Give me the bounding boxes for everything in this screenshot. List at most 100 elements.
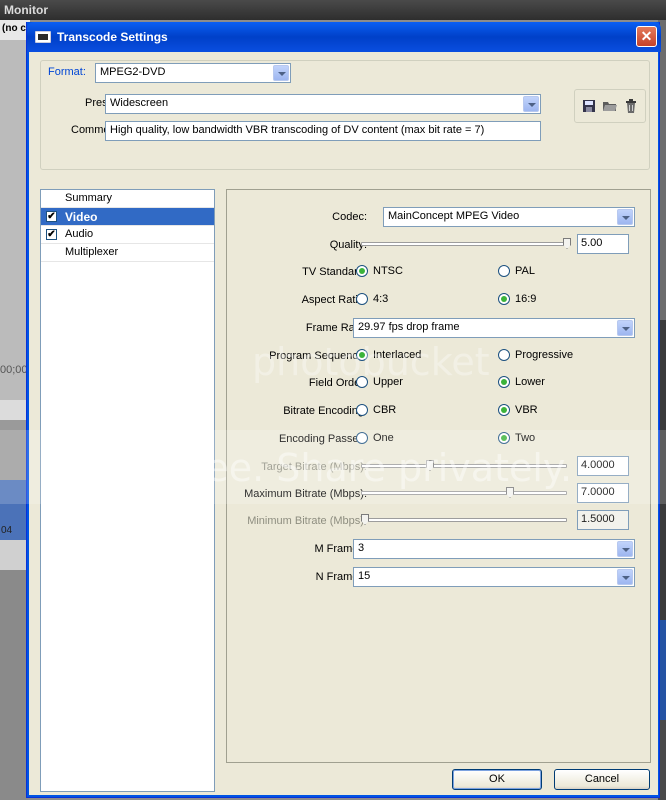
passes-two-radio[interactable]: Two bbox=[498, 432, 535, 444]
ok-button[interactable]: OK bbox=[452, 769, 542, 790]
chevron-down-icon[interactable] bbox=[273, 65, 289, 81]
radio-dot[interactable] bbox=[498, 432, 510, 444]
target-bitrate-field[interactable]: 4.0000 bbox=[577, 456, 629, 476]
preset-value: Widescreen bbox=[110, 97, 169, 109]
slider-track bbox=[361, 491, 567, 495]
comment-field[interactable]: High quality, low bandwidth VBR transcod… bbox=[105, 121, 541, 141]
radio-dot[interactable] bbox=[498, 376, 510, 388]
target-bitrate-label: Target Bitrate (Mbps): bbox=[261, 461, 367, 473]
frame-rate-value: 29.97 fps drop frame bbox=[358, 321, 460, 333]
list-item-label: Video bbox=[65, 210, 98, 224]
slider-track bbox=[361, 518, 567, 522]
slider-track bbox=[361, 242, 571, 246]
open-folder-icon[interactable] bbox=[600, 97, 619, 116]
list-item-audio[interactable]: ✔ Audio bbox=[41, 226, 214, 244]
video-settings-panel: Codec: MainConcept MPEG Video Quality: 5… bbox=[226, 189, 651, 763]
chevron-down-icon[interactable] bbox=[617, 320, 633, 336]
comment-value: High quality, low bandwidth VBR transcod… bbox=[110, 124, 485, 136]
preset-select[interactable]: Widescreen bbox=[105, 94, 541, 114]
aspect-16-9-radio[interactable]: 16:9 bbox=[498, 293, 536, 305]
slider-thumb[interactable] bbox=[563, 238, 571, 249]
cbr-label: CBR bbox=[373, 404, 397, 416]
chevron-down-icon[interactable] bbox=[617, 541, 633, 557]
list-item-summary[interactable]: Summary bbox=[41, 190, 214, 208]
category-list: Summary ✔ Video ✔ Audio Multiplexer bbox=[40, 189, 215, 792]
slider-thumb[interactable] bbox=[506, 487, 514, 498]
preset-group: Format: MPEG2-DVD Preset: Widescreen Com… bbox=[40, 60, 650, 170]
field-upper-label: Upper bbox=[373, 376, 403, 388]
vbr-radio[interactable]: VBR bbox=[498, 404, 538, 416]
min-bitrate-slider[interactable] bbox=[361, 512, 567, 528]
progressive-radio[interactable]: Progressive bbox=[498, 349, 573, 361]
background-timecode: 00;00 bbox=[0, 364, 28, 376]
codec-value: MainConcept MPEG Video bbox=[388, 210, 520, 222]
frame-rate-select[interactable]: 29.97 fps drop frame bbox=[353, 318, 635, 338]
radio-dot[interactable] bbox=[356, 293, 368, 305]
monitor-icon bbox=[35, 31, 51, 43]
radio-dot[interactable] bbox=[498, 265, 510, 277]
slider-thumb[interactable] bbox=[361, 514, 369, 525]
bitrate-encoding-label: Bitrate Encoding: bbox=[283, 405, 367, 417]
field-lower-radio[interactable]: Lower bbox=[498, 376, 545, 388]
n-frames-value: 15 bbox=[358, 570, 371, 582]
interlaced-radio[interactable]: Interlaced bbox=[356, 349, 421, 361]
radio-dot[interactable] bbox=[356, 432, 368, 444]
close-button[interactable]: ✕ bbox=[636, 26, 657, 47]
pal-radio[interactable]: PAL bbox=[498, 265, 535, 277]
m-frames-select[interactable]: 3 bbox=[353, 539, 635, 559]
encoding-passes-label: Encoding Passes: bbox=[278, 433, 367, 445]
cbr-radio[interactable]: CBR bbox=[356, 404, 396, 416]
passes-one-radio[interactable]: One bbox=[356, 432, 394, 444]
radio-dot[interactable] bbox=[356, 265, 368, 277]
transcode-settings-dialog: Transcode Settings ✕ Format: MPEG2-DVD P… bbox=[26, 22, 661, 798]
target-bitrate-slider[interactable] bbox=[361, 458, 567, 474]
radio-dot[interactable] bbox=[356, 376, 368, 388]
list-item-multiplexer[interactable]: Multiplexer bbox=[41, 244, 214, 262]
progressive-label: Progressive bbox=[515, 349, 574, 361]
chevron-down-icon[interactable] bbox=[523, 96, 539, 112]
min-bitrate-label: Minimum Bitrate (Mbps): bbox=[247, 515, 367, 527]
codec-select[interactable]: MainConcept MPEG Video bbox=[383, 207, 635, 227]
min-bitrate-field[interactable]: 1.5000 bbox=[577, 510, 629, 530]
slider-track bbox=[361, 464, 567, 468]
ntsc-radio[interactable]: NTSC bbox=[356, 265, 403, 277]
aspect-4-3-label: 4:3 bbox=[373, 293, 389, 305]
list-item-label: Audio bbox=[65, 228, 94, 240]
preset-toolbar bbox=[574, 89, 646, 123]
dialog-title: Transcode Settings bbox=[57, 30, 168, 44]
chevron-down-icon[interactable] bbox=[617, 569, 633, 585]
passes-one-label: One bbox=[373, 432, 394, 444]
format-value: MPEG2-DVD bbox=[100, 66, 166, 78]
max-bitrate-field[interactable]: 7.0000 bbox=[577, 483, 629, 503]
max-bitrate-slider[interactable] bbox=[361, 485, 567, 501]
save-icon[interactable] bbox=[579, 97, 598, 116]
radio-dot[interactable] bbox=[356, 349, 368, 361]
passes-two-label: Two bbox=[515, 432, 536, 444]
radio-dot[interactable] bbox=[356, 404, 368, 416]
radio-dot[interactable] bbox=[498, 349, 510, 361]
radio-dot[interactable] bbox=[498, 293, 510, 305]
video-checkbox[interactable]: ✔ bbox=[46, 211, 57, 222]
ntsc-label: NTSC bbox=[373, 265, 403, 277]
codec-label: Codec: bbox=[332, 211, 367, 223]
audio-checkbox[interactable]: ✔ bbox=[46, 229, 57, 240]
background-ruler-label: 04 bbox=[1, 525, 13, 536]
chevron-down-icon[interactable] bbox=[617, 209, 633, 225]
background-monitor-strip bbox=[0, 40, 28, 800]
n-frames-select[interactable]: 15 bbox=[353, 567, 635, 587]
quality-value-field[interactable]: 5.00 bbox=[577, 234, 629, 254]
background-window-title: Monitor bbox=[0, 0, 666, 20]
list-item-label: Multiplexer bbox=[65, 246, 119, 258]
quality-slider[interactable] bbox=[361, 236, 571, 252]
delete-icon[interactable] bbox=[622, 97, 641, 116]
format-select[interactable]: MPEG2-DVD bbox=[95, 63, 291, 83]
dialog-content: Format: MPEG2-DVD Preset: Widescreen Com… bbox=[30, 52, 658, 795]
dialog-titlebar[interactable]: Transcode Settings ✕ bbox=[27, 22, 661, 52]
cancel-button[interactable]: Cancel bbox=[554, 769, 650, 790]
aspect-4-3-radio[interactable]: 4:3 bbox=[356, 293, 388, 305]
slider-thumb[interactable] bbox=[426, 460, 434, 471]
list-item-video[interactable]: ✔ Video bbox=[41, 208, 214, 226]
radio-dot[interactable] bbox=[498, 404, 510, 416]
program-sequence-label: Program Sequence: bbox=[269, 350, 367, 362]
field-upper-radio[interactable]: Upper bbox=[356, 376, 403, 388]
